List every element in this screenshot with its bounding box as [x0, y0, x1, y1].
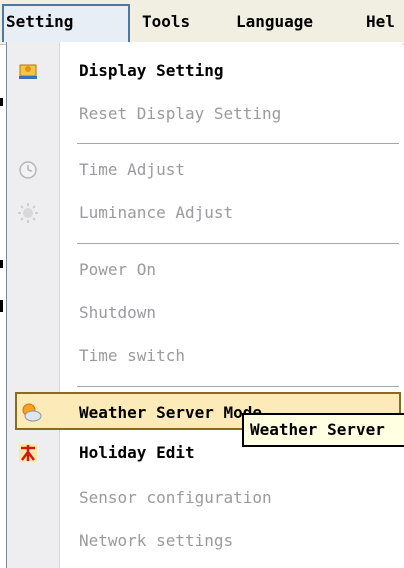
window-edge-mark — [0, 300, 3, 312]
menu-item-label: Weather Server Mode — [79, 403, 263, 422]
holiday-icon — [17, 442, 39, 464]
menu-help[interactable]: Hel — [366, 6, 395, 38]
menu-separator — [77, 143, 399, 145]
menu-item-luminance-adjust[interactable]: Luminance Adjust — [7, 194, 403, 232]
menu-item-network-settings[interactable]: Network settings — [7, 522, 403, 560]
menu-separator — [77, 386, 399, 388]
menu-item-label: Sensor configuration — [79, 488, 272, 507]
menu-item-time-adjust[interactable]: Time Adjust — [7, 151, 403, 189]
menu-help-label: Hel — [366, 12, 395, 31]
menu-item-label: Luminance Adjust — [79, 203, 234, 222]
menu-language[interactable]: Language — [236, 6, 313, 38]
menu-item-display-setting[interactable]: Display Setting — [7, 52, 403, 90]
clock-icon — [17, 159, 39, 181]
menu-tools[interactable]: Tools — [142, 6, 190, 38]
tooltip-text: Weather Server — [250, 420, 385, 439]
setting-dropdown-menu: Display Setting Reset Display Setting Ti… — [6, 42, 403, 568]
menu-item-label: Network settings — [79, 531, 234, 550]
menu-language-label: Language — [236, 12, 314, 31]
menu-item-label: Reset Display Setting — [79, 104, 282, 123]
sun-icon — [17, 202, 39, 224]
menu-item-label: Time switch — [79, 346, 185, 365]
menu-bar: Setting Tools Language Hel — [0, 0, 404, 45]
menu-item-label: Display Setting — [79, 61, 224, 80]
menu-item-shutdown[interactable]: Shutdown — [7, 294, 403, 332]
menu-item-label: Shutdown — [79, 303, 157, 322]
menu-item-sensor-configuration[interactable]: Sensor configuration — [7, 479, 403, 517]
menu-item-reset-display-setting[interactable]: Reset Display Setting — [7, 95, 403, 133]
menu-item-time-switch[interactable]: Time switch — [7, 337, 403, 375]
window-edge-mark — [0, 98, 3, 106]
menu-item-label: Time Adjust — [79, 160, 185, 179]
menu-item-label: Power On — [79, 260, 157, 279]
weather-icon — [19, 400, 42, 422]
menu-tools-label: Tools — [142, 12, 191, 31]
menu-setting-label: Setting — [6, 12, 74, 31]
menu-item-label: Holiday Edit — [79, 443, 195, 462]
window-edge-mark — [0, 260, 3, 268]
menu-separator — [77, 243, 399, 245]
menu-item-power-on[interactable]: Power On — [7, 251, 403, 289]
menu-setting[interactable]: Setting — [2, 4, 130, 42]
display-icon — [17, 60, 39, 82]
tooltip: Weather Server — [242, 413, 404, 447]
